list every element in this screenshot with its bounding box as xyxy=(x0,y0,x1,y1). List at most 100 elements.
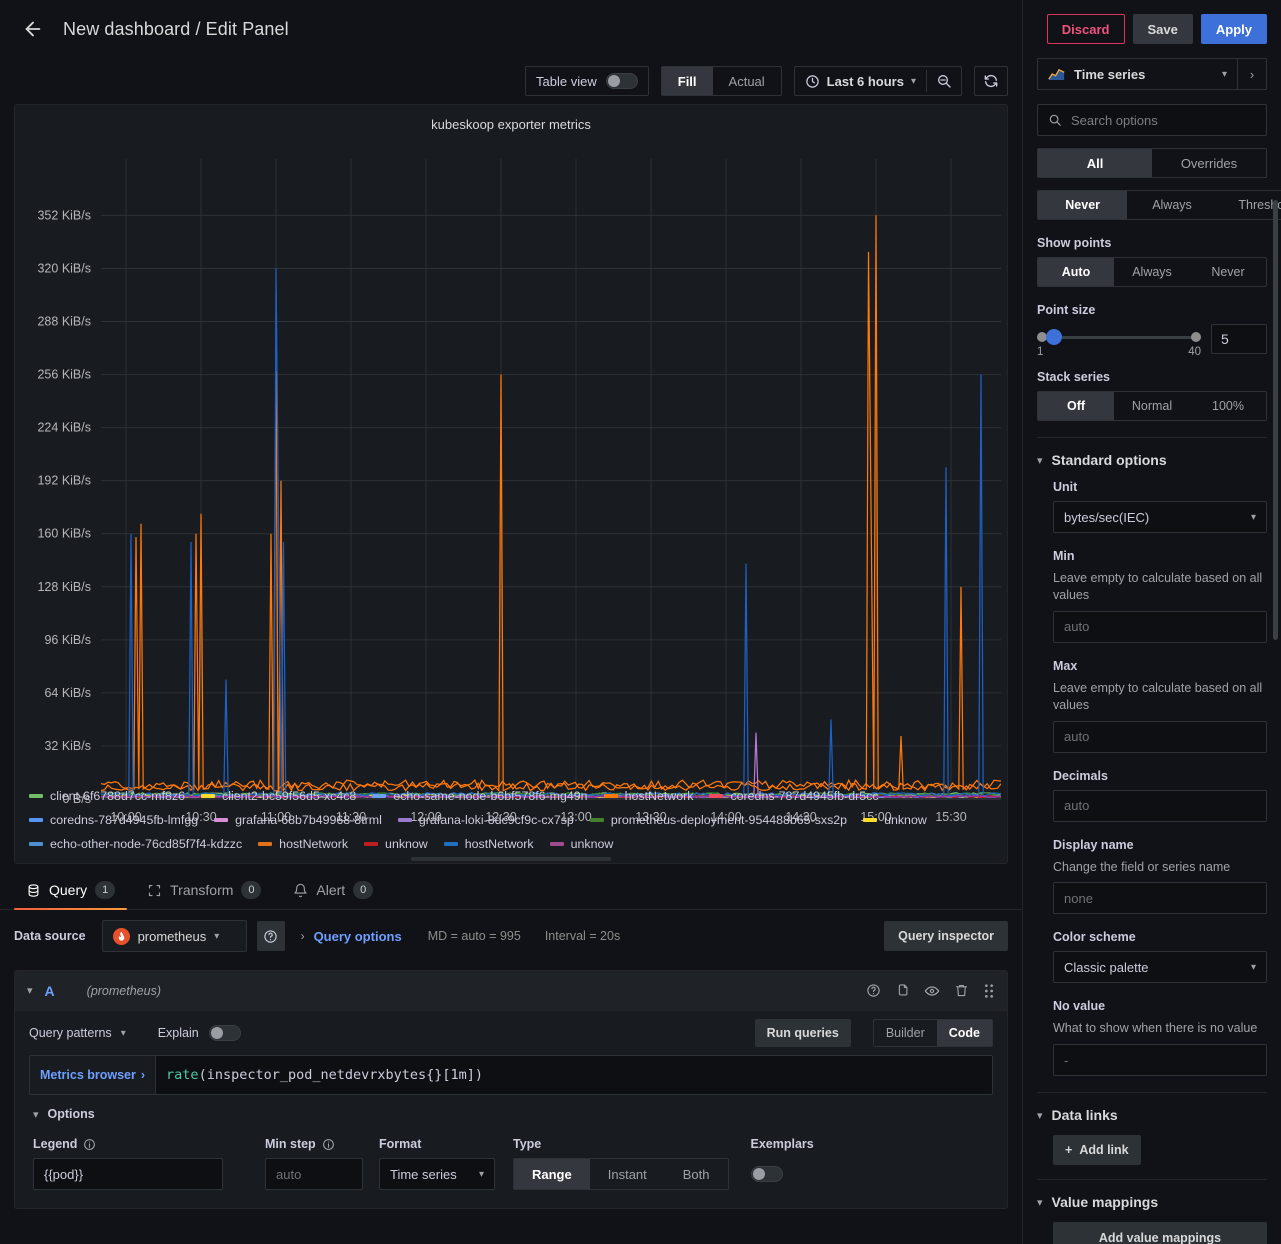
run-queries-button[interactable]: Run queries xyxy=(754,1019,851,1047)
code-button[interactable]: Code xyxy=(936,1020,992,1046)
legend-swatch xyxy=(863,817,878,822)
trash-icon[interactable] xyxy=(954,983,969,998)
table-view-control[interactable]: Table view xyxy=(526,73,648,89)
help-circle-icon[interactable] xyxy=(256,921,285,951)
add-link-label: Add link xyxy=(1079,1143,1129,1158)
drag-handle-icon[interactable] xyxy=(983,983,995,999)
legend-item[interactable]: grafana-loki-8dc9cf9c-cx7sp xyxy=(397,809,574,830)
fill-button[interactable]: Fill xyxy=(661,67,713,95)
legend-input[interactable]: {{pod}} xyxy=(33,1158,223,1190)
eye-icon[interactable] xyxy=(924,983,940,999)
color-scheme-select[interactable]: Classic palette ▾ xyxy=(1053,951,1267,984)
search-options-box[interactable] xyxy=(1037,104,1267,136)
sidebar-scrollbar[interactable] xyxy=(1273,200,1278,640)
save-button[interactable]: Save xyxy=(1132,14,1193,44)
legend-item[interactable]: unknow xyxy=(364,833,428,854)
explain-switch[interactable] xyxy=(208,1025,241,1041)
time-series-plot[interactable]: 352 KiB/s 320 KiB/s 288 KiB/s 256 KiB/s 224 … xyxy=(15,141,1007,841)
apply-button[interactable]: Apply xyxy=(1200,14,1267,44)
decimals-input[interactable]: auto xyxy=(1053,789,1267,822)
partial-thresholds-button[interactable]: Thresho xyxy=(1217,191,1281,219)
add-value-mappings-button[interactable]: Add value mappings xyxy=(1053,1222,1267,1244)
stack-100-button[interactable]: 100% xyxy=(1190,392,1266,420)
refresh-icon[interactable] xyxy=(974,66,1008,96)
min-step-label: Min step xyxy=(265,1137,316,1151)
legend-item[interactable]: coredns-787d4945fb-dr5cc xyxy=(709,785,879,806)
explain-control[interactable]: Explain xyxy=(158,1025,241,1041)
legend-item[interactable]: hostNetwork xyxy=(603,785,693,806)
query-options-label: Query options xyxy=(313,928,402,944)
help-circle-icon[interactable] xyxy=(866,983,881,998)
legend-item[interactable]: prometheus-deployment-954488b65-sxs2p xyxy=(589,809,847,830)
zoom-out-icon[interactable] xyxy=(927,67,961,95)
visualization-expand-button[interactable]: › xyxy=(1237,58,1267,90)
legend-item[interactable]: hostNetwork xyxy=(258,833,348,854)
tab-all[interactable]: All xyxy=(1038,149,1152,177)
search-options-input[interactable] xyxy=(1071,112,1256,128)
panel-resize-handle[interactable] xyxy=(411,857,611,861)
point-size-input[interactable]: 5 xyxy=(1211,324,1267,354)
query-options-toggle[interactable]: › Query options xyxy=(301,929,402,944)
type-range-button[interactable]: Range xyxy=(514,1159,590,1189)
show-points-auto-button[interactable]: Auto xyxy=(1038,258,1114,286)
standard-options-header[interactable]: ▾ Standard options xyxy=(1037,437,1267,480)
add-link-button[interactable]: + Add link xyxy=(1053,1135,1141,1166)
chevron-down-icon[interactable]: ▾ xyxy=(27,984,33,997)
query-editor-card: ▾ A (prometheus) Query patterns ▾ Explai… xyxy=(14,970,1008,1209)
legend-swatch xyxy=(397,817,412,822)
query-inspector-button[interactable]: Query inspector xyxy=(884,921,1008,951)
partial-never-button[interactable]: Never xyxy=(1038,191,1128,219)
legend-item[interactable]: unknow xyxy=(549,833,613,854)
back-arrow-icon[interactable] xyxy=(18,14,48,44)
data-links-header[interactable]: ▾ Data links xyxy=(1037,1092,1267,1135)
tab-query[interactable]: Query 1 xyxy=(14,871,128,910)
table-view-switch[interactable] xyxy=(605,73,638,89)
builder-button[interactable]: Builder xyxy=(874,1020,937,1046)
query-expression-input[interactable]: rate (inspector_pod_netdevrxbytes{}[1m]) xyxy=(155,1055,993,1095)
discard-button[interactable]: Discard xyxy=(1046,14,1125,44)
unit-label: Unit xyxy=(1053,480,1078,494)
legend-item[interactable]: grafana-68b7b49968-8trml xyxy=(214,809,382,830)
format-field-group: Format Time series ▾ xyxy=(379,1137,495,1190)
show-points-always-button[interactable]: Always xyxy=(1114,258,1190,286)
copy-icon[interactable] xyxy=(895,983,910,998)
data-source-select[interactable]: prometheus ▾ xyxy=(101,920,247,952)
tab-overrides[interactable]: Overrides xyxy=(1152,149,1266,177)
point-size-slider[interactable]: 1 40 xyxy=(1037,324,1201,358)
tab-transform[interactable]: Transform 0 xyxy=(135,871,273,909)
visualization-picker[interactable]: Time series ▾ xyxy=(1037,58,1237,90)
legend-item[interactable]: unknow xyxy=(863,809,927,830)
stack-off-button[interactable]: Off xyxy=(1038,392,1114,420)
legend-item[interactable]: client-6f6788d7cc-mf8z6 xyxy=(29,785,185,806)
options-scroll-area[interactable]: Never Always Thresho Show points Auto Al… xyxy=(1023,178,1281,1244)
metrics-browser-button[interactable]: Metrics browser › xyxy=(29,1055,156,1095)
show-points-never-button[interactable]: Never xyxy=(1190,258,1266,286)
min-step-field-group: Min step auto xyxy=(265,1137,363,1190)
legend-item[interactable]: echo-other-node-76cd85f7f4-kdzzc xyxy=(29,833,242,854)
query-ref-id[interactable]: A xyxy=(45,983,55,999)
min-step-input[interactable]: auto xyxy=(265,1158,363,1190)
unit-select[interactable]: bytes/sec(IEC) ▾ xyxy=(1053,501,1267,533)
tab-alert[interactable]: Alert 0 xyxy=(281,871,385,909)
min-input[interactable]: auto xyxy=(1053,610,1267,643)
query-options-collapse[interactable]: ▾ Options xyxy=(15,1095,1007,1121)
query-patterns-dropdown[interactable]: Query patterns ▾ xyxy=(29,1026,126,1040)
stack-normal-button[interactable]: Normal xyxy=(1114,392,1190,420)
legend-item[interactable]: client2-bc59f56d5-xc4c8 xyxy=(201,785,356,806)
exemplars-switch[interactable] xyxy=(750,1166,783,1182)
type-both-button[interactable]: Both xyxy=(665,1159,728,1189)
type-instant-button[interactable]: Instant xyxy=(590,1159,665,1189)
max-input[interactable]: auto xyxy=(1053,720,1267,753)
actual-button[interactable]: Actual xyxy=(713,67,781,95)
display-name-label: Display name xyxy=(1053,837,1134,852)
display-name-input[interactable]: none xyxy=(1053,882,1267,915)
value-mappings-header[interactable]: ▾ Value mappings xyxy=(1037,1179,1267,1222)
format-select[interactable]: Time series ▾ xyxy=(379,1158,495,1190)
partial-always-button[interactable]: Always xyxy=(1127,191,1216,219)
no-value-input[interactable]: - xyxy=(1053,1044,1267,1077)
legend-item[interactable]: echo-same-node-b6bf578f6-mg49n xyxy=(372,785,588,806)
legend-item[interactable]: hostNetwork xyxy=(443,833,534,854)
legend-item[interactable]: coredns-787d4945fb-lmfgg xyxy=(29,809,198,830)
time-range-picker[interactable]: Last 6 hours ▾ xyxy=(795,67,926,95)
slider-knob[interactable] xyxy=(1046,329,1062,345)
